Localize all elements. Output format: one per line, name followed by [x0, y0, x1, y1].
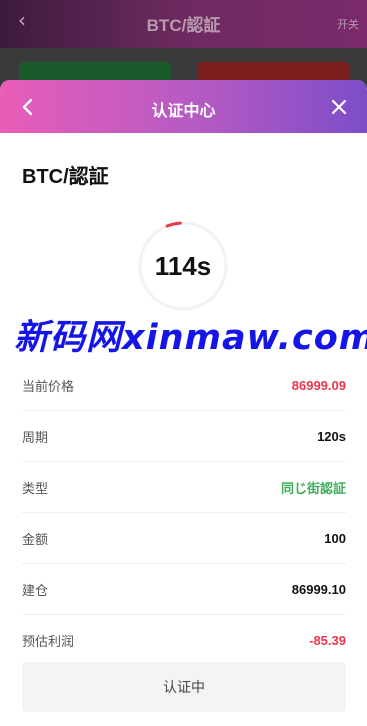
- row-label: 建仓: [22, 583, 49, 599]
- row-label: 预估利润: [22, 634, 75, 650]
- row-period: 周期 120s: [22, 411, 346, 462]
- row-type: 类型 同じ街認証: [22, 462, 346, 513]
- background-title: BTC/認証: [146, 16, 221, 35]
- pair-title: BTC/認証: [22, 166, 109, 188]
- background-toggle-label[interactable]: 开关: [337, 16, 359, 32]
- estimated-profit-value: -85.39: [309, 632, 346, 648]
- countdown-progress-arc: [165, 221, 182, 228]
- row-estimated-profit: 预估利润 -85.39: [22, 615, 346, 665]
- amount-value: 100: [324, 530, 346, 546]
- modal-header: 认证中心: [0, 80, 367, 133]
- countdown-timer: 114s: [137, 220, 229, 312]
- countdown-text: 114s: [154, 251, 212, 281]
- row-amount: 金额 100: [22, 513, 346, 564]
- row-open-position: 建仓 86999.10: [22, 564, 346, 615]
- row-label: 当前价格: [22, 379, 75, 395]
- row-label: 金额: [22, 532, 49, 548]
- status-button[interactable]: 认证中: [22, 662, 346, 712]
- modal-title: 认证中心: [151, 101, 216, 120]
- background-header: ‹ BTC/認証 开关: [0, 0, 367, 48]
- row-current-price: 当前价格 86999.09: [22, 360, 346, 411]
- row-label: 周期: [22, 430, 49, 446]
- watermark: 新码网xinmaw.com: [14, 318, 367, 358]
- row-label: 类型: [22, 481, 49, 497]
- close-icon[interactable]: [317, 80, 361, 133]
- period-value: 120s: [317, 428, 346, 444]
- open-position-value: 86999.10: [291, 581, 346, 597]
- type-value: 同じ街認証: [280, 480, 346, 496]
- order-details: 当前价格 86999.09 周期 120s 类型 同じ街認証 金额 100 建仓…: [22, 360, 346, 665]
- current-price-value: 86999.09: [291, 377, 346, 393]
- certification-modal: 认证中心 BTC/認証 114s 新码网xinmaw.com 当前价格 8699…: [0, 80, 367, 726]
